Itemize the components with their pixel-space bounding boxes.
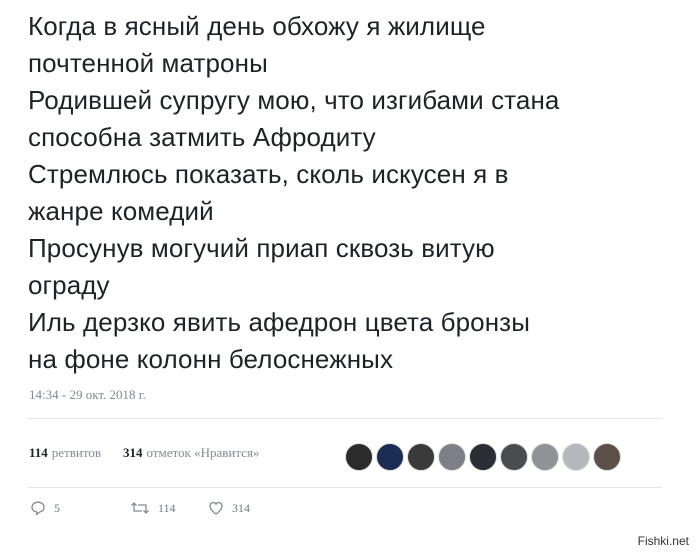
tweet-line: Просунув могучий приап сквозь витую [28, 233, 495, 263]
reply-icon [30, 500, 46, 516]
tweet-line: Стремлюсь показать, сколь искусен я в [28, 159, 509, 189]
avatar[interactable] [562, 443, 590, 471]
retweets-count[interactable]: 114 [29, 445, 48, 461]
avatar[interactable] [407, 443, 435, 471]
heart-icon [208, 500, 224, 516]
likes-label[interactable]: отметок «Нравится» [147, 445, 260, 461]
tweet-line: ограду [28, 270, 110, 300]
avatar[interactable] [469, 443, 497, 471]
retweet-button[interactable]: 114 [130, 500, 208, 516]
tweet-actions: 5 114 314 [30, 500, 250, 516]
tweet-line: жанре комедий [28, 196, 214, 226]
tweet-line: Родившей супругу мою, что изгибами стана [28, 85, 560, 115]
reply-button[interactable]: 5 [30, 500, 130, 516]
tweet-line: Иль дерзко явить афедрон цвета бронзы [28, 307, 530, 337]
tweet-line: Когда в ясный день обхожу я жилище [28, 11, 486, 41]
tweet-line: на фоне колонн белоснежных [28, 344, 394, 374]
tweet-line: способна затмить Афродиту [28, 122, 376, 152]
retweet-icon [130, 500, 150, 516]
avatar[interactable] [531, 443, 559, 471]
liker-avatars [345, 443, 621, 471]
avatar[interactable] [376, 443, 404, 471]
avatar[interactable] [500, 443, 528, 471]
watermark: Fishki.net [634, 533, 692, 549]
retweets-label[interactable]: ретвитов [52, 445, 101, 461]
avatar[interactable] [593, 443, 621, 471]
avatar[interactable] [438, 443, 466, 471]
divider [28, 418, 662, 419]
like-count: 314 [232, 500, 250, 515]
tweet-line: почтенной матроны [28, 48, 268, 78]
reply-count: 5 [54, 500, 60, 515]
divider [28, 487, 662, 488]
likes-count[interactable]: 314 [123, 445, 143, 461]
tweet-stats: 114 ретвитов 314 отметок «Нравится» [29, 445, 259, 461]
like-button[interactable]: 314 [208, 500, 250, 516]
avatar[interactable] [345, 443, 373, 471]
retweet-count: 114 [158, 500, 176, 515]
tweet-text: Когда в ясный день обхожу я жилище почте… [28, 8, 688, 378]
tweet-timestamp[interactable]: 14:34 - 29 окт. 2018 г. [29, 387, 146, 403]
